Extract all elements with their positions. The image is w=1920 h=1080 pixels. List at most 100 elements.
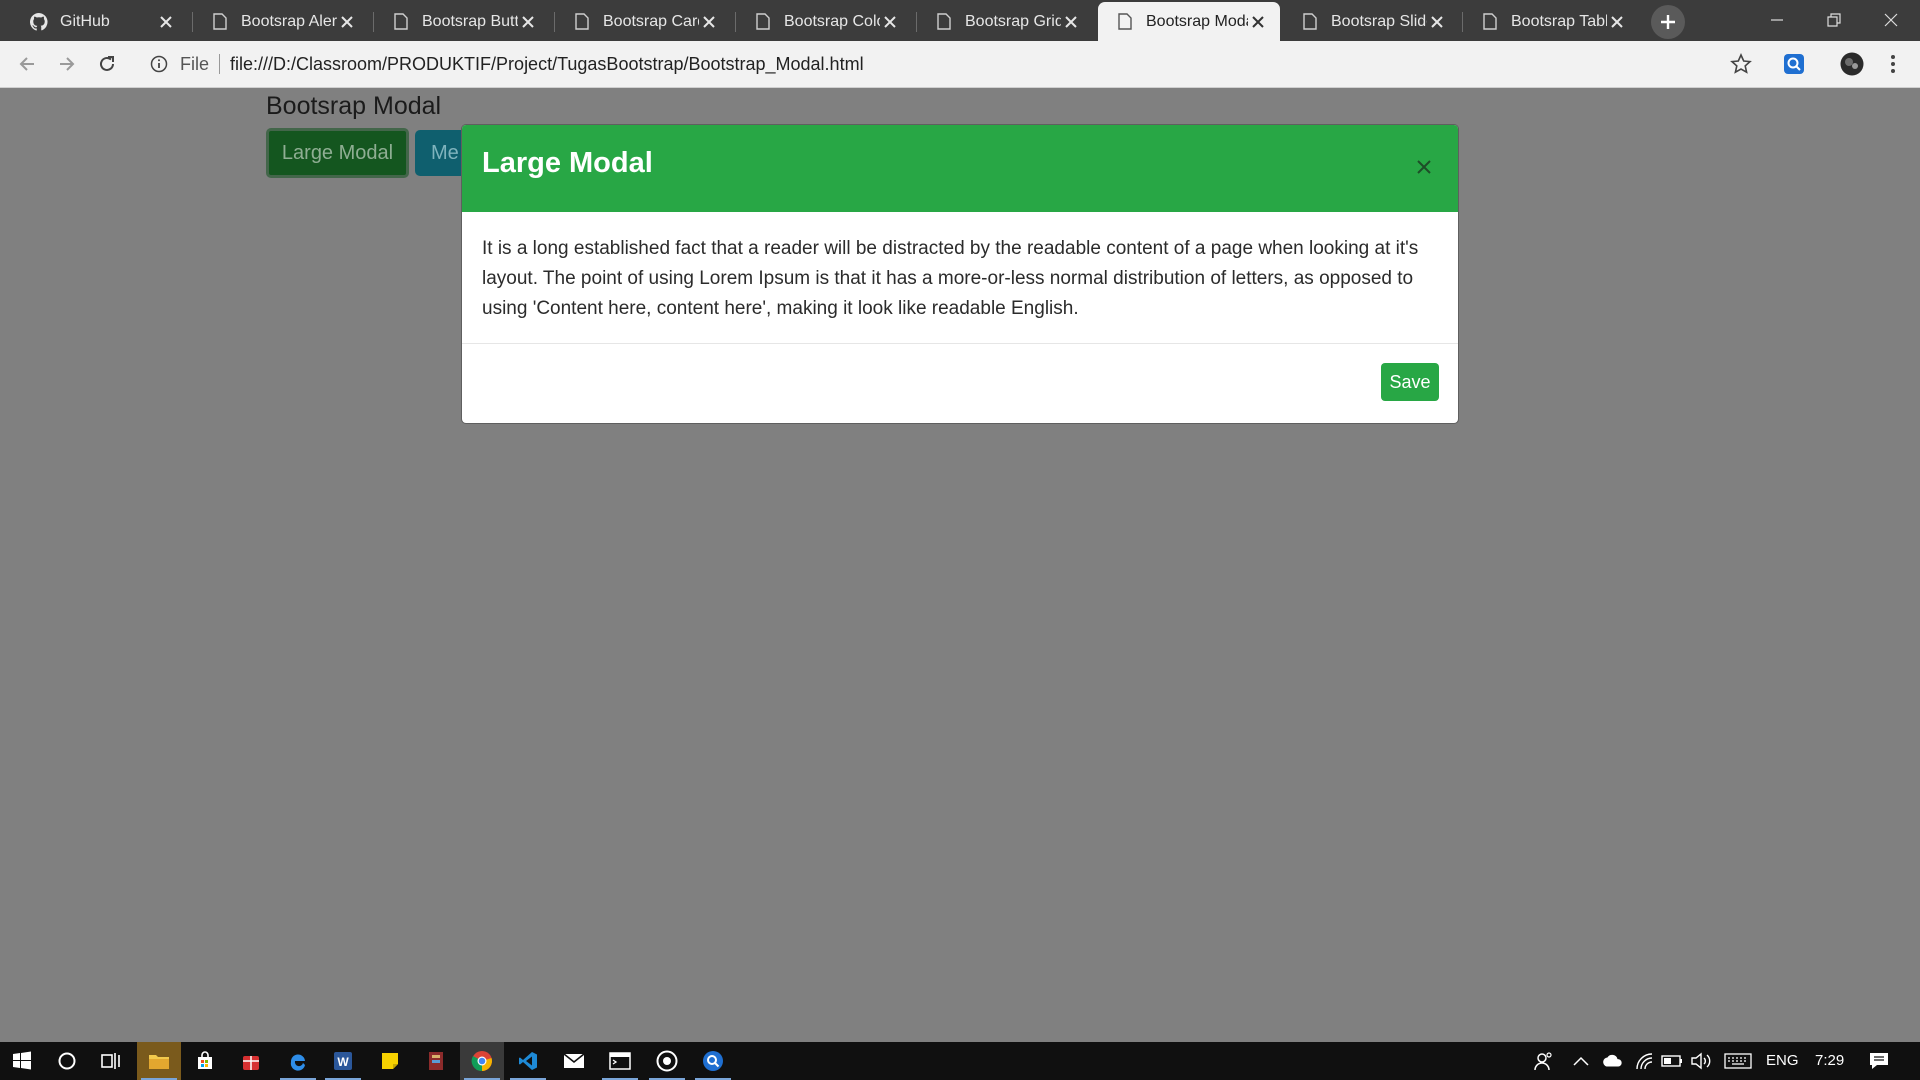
menu-button[interactable]: [1880, 51, 1906, 77]
obs-button[interactable]: [645, 1042, 689, 1080]
restore-button[interactable]: [1805, 0, 1863, 40]
document-icon: [935, 13, 953, 31]
store-button[interactable]: [183, 1042, 227, 1080]
search-app-button[interactable]: [691, 1042, 735, 1080]
close-icon[interactable]: [337, 12, 357, 32]
volume-icon[interactable]: [1690, 1050, 1712, 1072]
tab-bootstrap-color[interactable]: Bootsrap Color: [736, 2, 912, 41]
archive-icon: [429, 1052, 443, 1070]
document-icon: [754, 13, 772, 31]
mail-button[interactable]: [552, 1042, 596, 1080]
tab-bootstrap-table[interactable]: Bootsrap Table: [1463, 2, 1639, 41]
search-button[interactable]: [45, 1042, 89, 1080]
close-icon[interactable]: [699, 12, 719, 32]
gift-app-button[interactable]: [229, 1042, 273, 1080]
reload-button[interactable]: [92, 49, 122, 79]
more-vertical-icon: [1891, 55, 1895, 73]
file-explorer-button[interactable]: [137, 1042, 181, 1080]
address-separator: [219, 54, 221, 74]
tab-title: Bootsrap Table: [1511, 12, 1607, 30]
close-icon[interactable]: [880, 12, 900, 32]
onedrive-icon[interactable]: [1601, 1050, 1623, 1072]
svg-text:W: W: [337, 1055, 349, 1069]
new-tab-button[interactable]: [1651, 5, 1685, 39]
browser-toolbar: File file:///D:/Classroom/PRODUKTIF/Proj…: [0, 41, 1920, 88]
large-modal-dialog: Large Modal It is a long established fac…: [461, 124, 1459, 424]
tab-title: Bootsrap Butto: [422, 12, 518, 30]
plus-icon: [1661, 15, 1675, 29]
vscode-icon: [519, 1052, 537, 1070]
avatar-icon: [1840, 52, 1864, 76]
language-indicator[interactable]: ENG: [1766, 1052, 1799, 1069]
chrome-button[interactable]: [460, 1042, 504, 1080]
tab-bootstrap-grid[interactable]: Bootsrap Grid: [917, 2, 1093, 41]
wifi-icon[interactable]: [1634, 1050, 1656, 1072]
document-icon: [573, 13, 591, 31]
minimize-button[interactable]: [1748, 0, 1806, 40]
close-icon[interactable]: [518, 12, 538, 32]
people-icon[interactable]: [1533, 1050, 1555, 1072]
document-icon: [392, 13, 410, 31]
star-icon: [1730, 53, 1752, 74]
record-icon: [656, 1050, 678, 1072]
chevron-up-icon[interactable]: [1570, 1050, 1592, 1072]
document-icon: [1481, 13, 1499, 31]
save-button[interactable]: Save: [1381, 363, 1439, 401]
tab-bootstrap-card[interactable]: Bootsrap Card: [555, 2, 731, 41]
search-extension-icon: [703, 1051, 723, 1071]
tab-bootstrap-buttons[interactable]: Bootsrap Butto: [374, 2, 550, 41]
arrow-right-icon: [60, 57, 75, 71]
tab-bootstrap-alerts[interactable]: Bootsrap Alerts: [193, 2, 369, 41]
address-bar[interactable]: File file:///D:/Classroom/PRODUKTIF/Proj…: [140, 46, 1760, 82]
document-icon: [1116, 13, 1134, 31]
action-center-icon[interactable]: [1868, 1050, 1890, 1072]
battery-icon[interactable]: [1661, 1050, 1683, 1072]
chrome-icon: [471, 1051, 492, 1072]
scheme-label: File: [180, 53, 210, 74]
tab-title: GitHub: [60, 12, 110, 30]
modal-header: Large Modal: [462, 125, 1458, 212]
terminal-button[interactable]: [598, 1042, 642, 1080]
info-icon[interactable]: [150, 55, 168, 73]
modal-close-button[interactable]: [1410, 153, 1438, 181]
page-title: Bootsrap Modal: [266, 92, 442, 120]
window-close-button[interactable]: [1862, 0, 1920, 40]
bookmark-star-button[interactable]: [1728, 51, 1754, 77]
minimize-icon: [1771, 19, 1783, 21]
arrow-left-icon: [19, 57, 34, 71]
store-icon: [198, 1051, 212, 1069]
tab-title: Bootsrap Alerts: [241, 12, 337, 30]
url-text[interactable]: file:///D:/Classroom/PRODUKTIF/Project/T…: [230, 54, 864, 75]
back-button[interactable]: [12, 49, 42, 79]
reload-icon: [100, 56, 114, 71]
close-icon[interactable]: [1607, 12, 1627, 32]
tab-github[interactable]: GitHub: [12, 2, 188, 41]
archive-app-button[interactable]: [414, 1042, 458, 1080]
keyboard-icon[interactable]: [1723, 1050, 1753, 1072]
word-button[interactable]: W: [321, 1042, 365, 1080]
search-extension-icon: [1784, 54, 1804, 74]
tab-title: Bootsrap Card: [603, 12, 699, 30]
forward-button[interactable]: [52, 49, 82, 79]
task-view-icon: [101, 1053, 120, 1069]
terminal-icon: [609, 1052, 631, 1070]
extension-button[interactable]: [1781, 51, 1807, 77]
close-icon[interactable]: [1248, 12, 1268, 32]
start-button[interactable]: [0, 1042, 44, 1080]
tab-bootstrap-modal[interactable]: Bootsrap Moda: [1098, 2, 1280, 41]
windows-logo-icon: [13, 1051, 31, 1070]
clock[interactable]: 7:29: [1815, 1052, 1844, 1069]
large-modal-button[interactable]: Large Modal: [266, 128, 409, 178]
close-icon[interactable]: [156, 12, 176, 32]
profile-avatar[interactable]: [1839, 51, 1865, 77]
close-icon[interactable]: [1427, 12, 1447, 32]
vscode-button[interactable]: [506, 1042, 550, 1080]
sticky-notes-button[interactable]: [368, 1042, 412, 1080]
edge-browser-button[interactable]: [276, 1042, 320, 1080]
tab-title: Bootsrap Slide: [1331, 12, 1427, 30]
close-icon[interactable]: [1061, 12, 1081, 32]
tab-bootstrap-slide[interactable]: Bootsrap Slide: [1283, 2, 1459, 41]
modal-body-text: It is a long established fact that a rea…: [462, 212, 1458, 344]
tab-title: Bootsrap Grid: [965, 12, 1061, 30]
task-view-button[interactable]: [90, 1042, 134, 1080]
